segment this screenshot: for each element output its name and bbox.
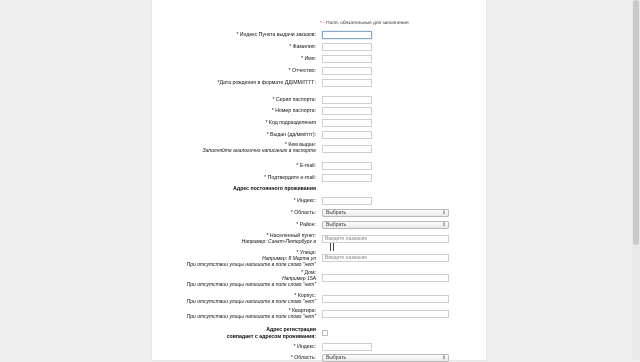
label-birth-date: *Дата рождения в формате ДД/ММ/ГГГГ:: [217, 80, 317, 86]
address-index-input[interactable]: [322, 197, 372, 205]
passport-number-input[interactable]: [322, 107, 372, 115]
house-input[interactable]: [322, 274, 449, 282]
birth-date-input[interactable]: [322, 79, 372, 87]
locality-input[interactable]: Введите название: [322, 235, 449, 243]
passport-series-input[interactable]: [322, 96, 372, 104]
section-title-address: Адрес постоянного проживания: [233, 186, 316, 192]
label-pickup-index: * Индекс Пункта выдачи заказов:: [236, 32, 316, 38]
last-name-input[interactable]: [322, 43, 372, 51]
street-input[interactable]: Введите название: [322, 254, 449, 262]
label-patronymic: * Отчество:: [288, 68, 316, 74]
hint-building: При отсутствии улицы напишите в поле сло…: [186, 299, 316, 305]
label-email-confirm: * Подтвердите e-mail:: [264, 175, 316, 181]
district-select-value: Выбрать: [326, 222, 347, 228]
first-name-input[interactable]: [322, 55, 372, 63]
issued-by-input[interactable]: [322, 145, 372, 153]
label-passport-number: * Номер паспорта:: [271, 108, 316, 114]
required-note: * - Поля, обязательные для заполнения: [320, 21, 409, 26]
label-district: * Район:: [296, 222, 316, 228]
label-passport-series: * Серия паспорта:: [272, 97, 316, 103]
label-issued-date: * Выдан (дд/мм/гггг):: [266, 132, 316, 138]
label-registration-index: * Индекс:: [293, 344, 316, 350]
flat-input[interactable]: [322, 310, 449, 318]
registration-index-input[interactable]: [322, 343, 372, 351]
label-last-name: * Фамилия:: [289, 44, 316, 50]
hint-flat: При отсутствии улицы напишите в поле сло…: [186, 314, 316, 320]
hint-locality: Например: Санкт-Петербург в: [241, 239, 316, 245]
pickup-index-input[interactable]: [322, 31, 372, 39]
issued-date-input[interactable]: [322, 131, 372, 139]
text-cursor-icon: [330, 243, 334, 251]
label-registration-2: совпадает с адресом проживания:: [226, 334, 316, 340]
registration-same-checkbox[interactable]: [322, 330, 328, 336]
building-input[interactable]: [322, 295, 449, 303]
required-star: * -: [320, 21, 325, 26]
select-arrows-icon: ⇕: [441, 222, 446, 228]
label-email: * E-mail:: [296, 163, 316, 169]
label-region: * Область:: [290, 210, 316, 216]
scrollbar-thumb[interactable]: [633, 0, 639, 245]
label-division-code: * Код подразделения: [265, 120, 316, 126]
email-confirm-input[interactable]: [322, 174, 372, 182]
registration-region-select[interactable]: Выбрать ⇕: [322, 354, 449, 362]
scrollbar[interactable]: [632, 0, 640, 360]
email-input[interactable]: [322, 162, 372, 170]
label-registration-region: * Область:: [290, 355, 316, 361]
form-page: [152, 0, 486, 360]
patronymic-input[interactable]: [322, 67, 372, 75]
required-note-text: Поля, обязательные для заполнения: [326, 21, 409, 26]
select-arrows-icon: ⇕: [441, 210, 446, 216]
label-first-name: * Имя:: [300, 56, 316, 62]
label-address-index: * Индекс:: [293, 198, 316, 204]
district-select[interactable]: Выбрать ⇕: [322, 221, 449, 229]
hint-issued-by: Заполняйте аналогично написанию в паспор…: [202, 148, 316, 154]
hint-house-2: При отсутствии улицы напишите в поле сло…: [186, 282, 316, 288]
hint-street-2: При отсутствии улицы напишите в поле сло…: [186, 262, 316, 268]
registration-region-value: Выбрать: [326, 355, 347, 361]
select-arrows-icon: ⇕: [441, 355, 446, 361]
region-select[interactable]: Выбрать ⇕: [322, 209, 449, 217]
division-code-input[interactable]: [322, 119, 372, 127]
label-registration-1: Адрес регистрации: [266, 327, 316, 333]
region-select-value: Выбрать: [326, 210, 347, 216]
